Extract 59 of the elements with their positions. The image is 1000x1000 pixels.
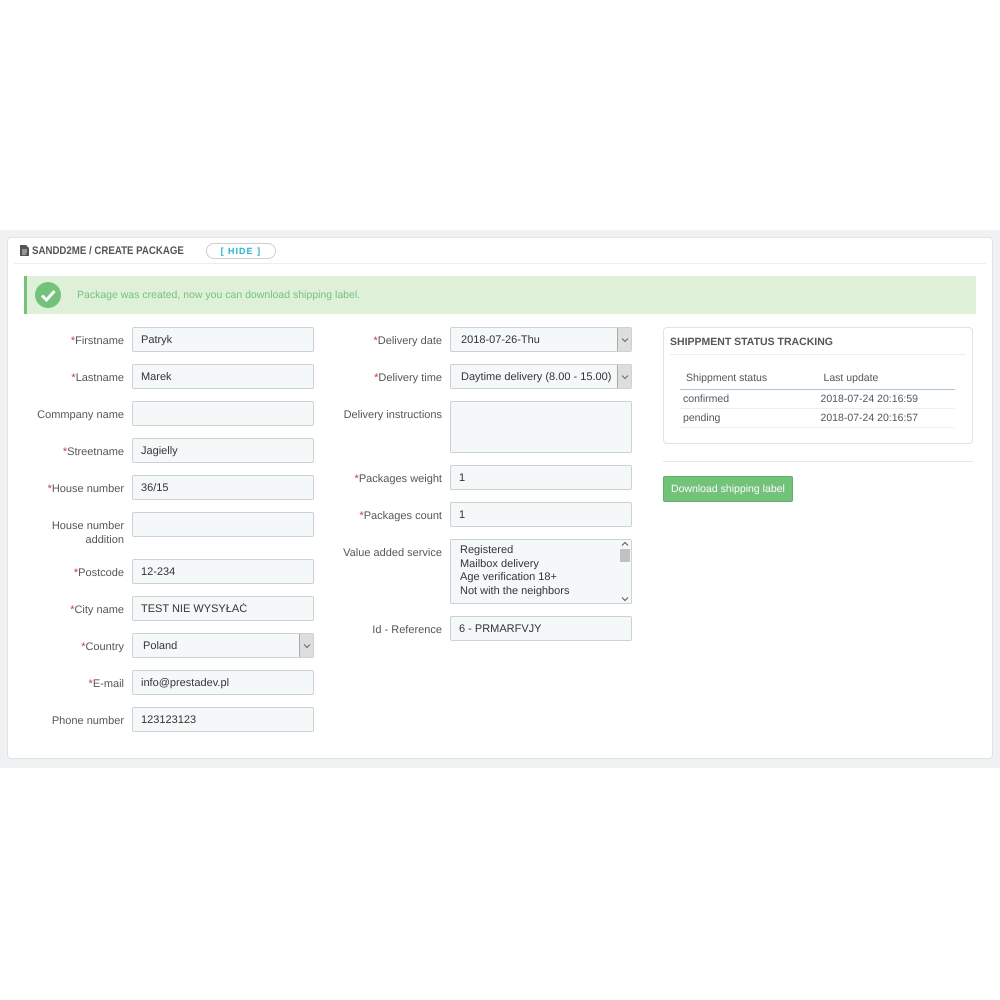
select-value: 2018-07-26-Thu xyxy=(461,334,540,346)
field-label: *Delivery date xyxy=(372,334,442,348)
scroll-down-icon[interactable] xyxy=(621,596,629,602)
text-field[interactable]: info@prestadev.pl xyxy=(132,670,314,695)
select-field[interactable]: Daytime delivery (8.00 - 15.00) xyxy=(450,364,632,389)
alert-message: Package was created, now you can download shipping label. xyxy=(77,289,360,301)
field-label: *Postcode xyxy=(72,566,124,580)
field-label: *Country xyxy=(80,640,124,654)
text-field[interactable]: Marek xyxy=(132,364,314,389)
field-label: *E-mail xyxy=(88,677,124,691)
select-field[interactable]: 2018-07-26-Thu xyxy=(450,327,632,352)
caret-icon xyxy=(617,328,631,351)
field-label: *Packages weight xyxy=(354,472,442,486)
select-value: Poland xyxy=(143,640,178,652)
check-icon xyxy=(35,282,61,308)
text-field[interactable] xyxy=(132,401,314,426)
select-field[interactable]: Poland xyxy=(132,633,314,658)
listbox-field[interactable]: Registered Mailbox delivery Age verification 18+ Not with the neighbors xyxy=(450,539,632,604)
field-label: *House number xyxy=(46,482,124,496)
table-cell: 2018-07-24 20:16:59 xyxy=(818,390,955,408)
card-title: SHIPPMENT STATUS TRACKING xyxy=(670,328,966,355)
field-label: House number addition xyxy=(50,519,124,547)
text-field[interactable]: Jagielly xyxy=(132,438,314,463)
list-option[interactable]: Registered xyxy=(460,544,619,558)
field-label: *Delivery time xyxy=(373,371,442,385)
text-field[interactable]: 36/15 xyxy=(132,475,314,500)
text-field[interactable]: 1 xyxy=(450,465,632,490)
caret-icon xyxy=(617,365,631,388)
field-label: Value added service xyxy=(342,546,442,560)
list-option[interactable]: Mailbox delivery xyxy=(460,558,619,571)
textarea-field[interactable] xyxy=(450,401,632,453)
field-label: *City name xyxy=(69,603,124,617)
text-field[interactable]: Patryk xyxy=(132,327,314,352)
text-field[interactable]: 123123123 xyxy=(132,707,314,732)
field-label: *Lastname xyxy=(70,371,124,385)
column-header: Last update xyxy=(818,367,955,390)
scrollbar[interactable] xyxy=(619,541,631,603)
scroll-up-icon[interactable] xyxy=(621,541,629,547)
panel-title: SANDD2ME / CREATE PACKAGE xyxy=(32,244,184,256)
table-cell: pending xyxy=(680,408,818,428)
table-cell: confirmed xyxy=(680,390,818,408)
list-option[interactable]: Age verification 18+ xyxy=(460,571,619,584)
field-label: *Packages count xyxy=(358,509,442,523)
select-value: Daytime delivery (8.00 - 15.00) xyxy=(461,370,612,382)
text-field[interactable]: 1 xyxy=(450,502,632,527)
field-label: Phone number xyxy=(50,714,124,728)
column-header: Shippment status xyxy=(680,367,818,390)
field-label: Id - Reference xyxy=(371,623,442,637)
text-field[interactable]: 12-234 xyxy=(132,559,314,584)
document-icon xyxy=(20,245,29,256)
field-label: *Firstname xyxy=(70,334,124,348)
field-label: Delivery instructions xyxy=(342,408,442,422)
field-label: *Streetname xyxy=(62,445,124,459)
list-option[interactable]: Not with the neighbors xyxy=(460,584,619,598)
text-field[interactable]: 6 - PRMARFVJY xyxy=(450,616,632,641)
text-field[interactable] xyxy=(132,512,314,537)
table-cell: 2018-07-24 20:16:57 xyxy=(818,408,955,428)
caret-icon xyxy=(299,634,313,657)
field-label: Commpany name xyxy=(36,408,124,422)
